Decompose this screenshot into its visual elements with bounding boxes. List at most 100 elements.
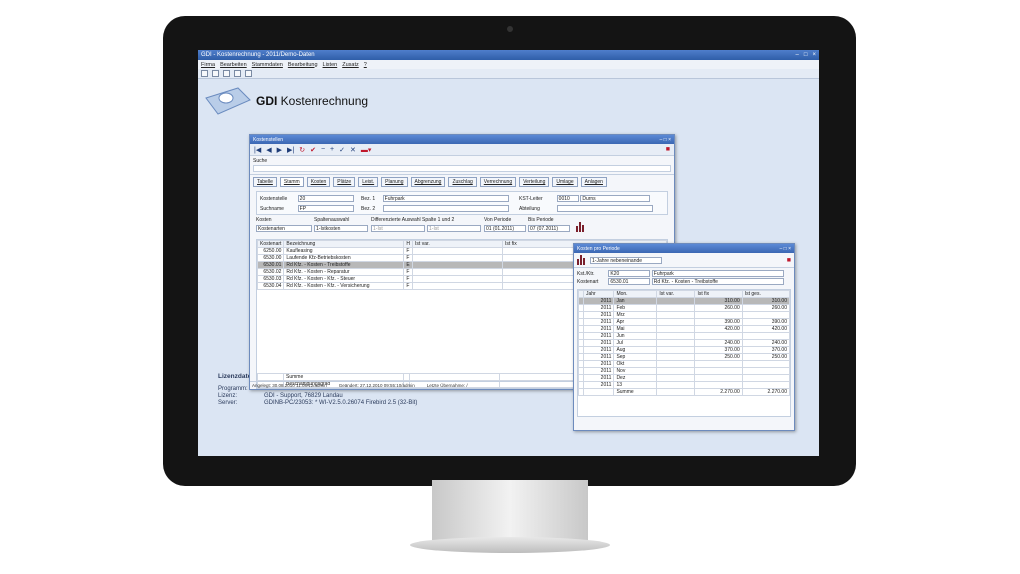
book-icon[interactable]: ■ bbox=[787, 257, 791, 264]
tab-zuschlag[interactable]: Zuschlag bbox=[448, 177, 477, 187]
kosten-select[interactable]: Kostenarten bbox=[256, 225, 312, 232]
table-cell bbox=[741, 332, 791, 340]
menu-item[interactable]: Stammdaten bbox=[252, 62, 283, 68]
table-row[interactable]: 2011 Apr 390.00 390.00 bbox=[578, 318, 791, 326]
abteilung-field[interactable] bbox=[556, 205, 653, 212]
record-toolbar: |◀ ◀ ▶ ▶| ↻ ✔ − + ✓ ✕ ▬▾ ■ bbox=[250, 144, 674, 156]
menu-item[interactable]: Firma bbox=[201, 62, 215, 68]
maximize-icon[interactable]: □ bbox=[784, 246, 787, 252]
table-cell bbox=[694, 360, 743, 368]
minimize-icon[interactable]: – bbox=[659, 137, 662, 143]
table-cell bbox=[741, 311, 791, 319]
bez2-field[interactable] bbox=[382, 205, 509, 212]
table-row[interactable]: 2011 Mrz bbox=[578, 311, 791, 319]
suchname-field[interactable]: FP bbox=[297, 205, 354, 212]
column-header[interactable]: Ist var. bbox=[412, 240, 504, 248]
table-row[interactable]: 2011 Jan 310.00 310.00 bbox=[578, 297, 791, 305]
tab-verrechnung[interactable]: Verrechnung bbox=[479, 177, 517, 187]
table-row[interactable]: 2011 Jun bbox=[578, 332, 791, 340]
maximize-icon[interactable]: □ bbox=[664, 137, 667, 143]
add-icon[interactable]: + bbox=[330, 146, 334, 153]
column-header[interactable]: Mon. bbox=[613, 290, 658, 298]
table-row[interactable]: 2011 Jul 240.00 240.00 bbox=[578, 339, 791, 347]
table-row[interactable]: 2011 Sep 250.00 250.00 bbox=[578, 353, 791, 361]
column-header[interactable]: Jahr bbox=[582, 290, 615, 298]
chart-icon[interactable] bbox=[576, 222, 586, 232]
tab-leist[interactable]: Leist. bbox=[358, 177, 379, 187]
maximize-icon[interactable]: □ bbox=[804, 52, 808, 58]
bez1-field[interactable]: Fuhrpark bbox=[382, 195, 509, 202]
print-icon[interactable] bbox=[223, 70, 230, 77]
tab-abgrenzung[interactable]: Abgrenzung bbox=[410, 177, 446, 187]
menu-item[interactable]: ? bbox=[364, 62, 367, 68]
diff2-select[interactable]: 1-Ist bbox=[427, 225, 481, 232]
delete-icon[interactable]: − bbox=[321, 146, 325, 153]
table-row[interactable]: 2011 Aug 370.00 370.00 bbox=[578, 346, 791, 354]
table-row[interactable]: 2011 Feb 260.00 260.00 bbox=[578, 304, 791, 312]
table-cell: 2011 bbox=[582, 353, 615, 361]
kostenstelle-field[interactable]: 20 bbox=[297, 195, 354, 202]
search-input[interactable] bbox=[253, 165, 671, 172]
chart-icon[interactable] bbox=[577, 255, 587, 265]
kst-leiter-field[interactable]: 0010 bbox=[556, 195, 579, 202]
cancel-icon[interactable]: ✕ bbox=[350, 146, 356, 154]
table-cell bbox=[412, 282, 504, 290]
first-record-icon[interactable]: |◀ bbox=[254, 146, 261, 154]
last-record-icon[interactable]: ▶| bbox=[287, 146, 294, 154]
spalten-filter-label: Spaltenauswahl bbox=[314, 217, 350, 223]
von-periode-select[interactable]: 01 (01.2011) bbox=[484, 225, 526, 232]
tab-planung[interactable]: Planung bbox=[381, 177, 408, 187]
next-record-icon[interactable]: ▶ bbox=[277, 146, 282, 154]
table-cell: 420.00 bbox=[741, 325, 791, 333]
menu-item[interactable]: Zusatz bbox=[342, 62, 359, 68]
tab-kosten[interactable]: Kosten bbox=[306, 177, 331, 187]
spalten-select[interactable]: 1-Istkosten bbox=[314, 225, 368, 232]
column-header[interactable]: Kostenart bbox=[256, 240, 285, 248]
prev-record-icon[interactable]: ◀ bbox=[266, 146, 271, 154]
open-icon[interactable] bbox=[201, 70, 208, 77]
tab-stamm[interactable]: Stamm bbox=[279, 177, 304, 187]
menu-item[interactable]: Listen bbox=[323, 62, 338, 68]
save-icon[interactable] bbox=[212, 70, 219, 77]
table-cell bbox=[656, 353, 696, 361]
table-row[interactable]: 2011 13 bbox=[578, 381, 791, 389]
tab-plätze[interactable]: Plätze bbox=[333, 177, 356, 187]
table-cell: 370.00 bbox=[741, 346, 791, 354]
tab-anlagen[interactable]: Anlagen bbox=[580, 177, 607, 187]
tab-umlage[interactable]: Umlage bbox=[552, 177, 578, 187]
check-icon[interactable]: ✔ bbox=[310, 146, 316, 154]
table-cell: 260.00 bbox=[694, 304, 743, 312]
perioden-summe-fix: 2.270.00 bbox=[694, 388, 743, 396]
refresh-icon[interactable]: ↻ bbox=[299, 146, 305, 154]
confirm-icon[interactable]: ✓ bbox=[339, 146, 345, 154]
table-row[interactable]: 2011 Okt bbox=[578, 360, 791, 368]
settings-icon[interactable] bbox=[234, 70, 241, 77]
table-cell bbox=[656, 311, 696, 319]
table-row[interactable]: 2011 Dez bbox=[578, 374, 791, 382]
lizenz-value: GDINB-PC/23053: * WI-V2.5.0.26074 Firebi… bbox=[264, 400, 418, 406]
column-header[interactable]: Bezeichnung bbox=[283, 240, 405, 248]
diff1-select[interactable]: 1-Ist bbox=[371, 225, 425, 232]
column-header[interactable]: Ist fix bbox=[694, 290, 743, 298]
close-icon[interactable]: × bbox=[788, 246, 791, 252]
bis-periode-select[interactable]: 07 (07.2011) bbox=[528, 225, 570, 232]
column-header[interactable]: H bbox=[403, 240, 414, 248]
minimize-icon[interactable]: – bbox=[796, 52, 799, 58]
table-row[interactable]: 2011 Nov bbox=[578, 367, 791, 375]
menu-item[interactable]: Bearbeitung bbox=[288, 62, 318, 68]
column-header[interactable]: Ist ges. bbox=[741, 290, 791, 298]
table-cell: 260.00 bbox=[741, 304, 791, 312]
menu-item[interactable]: Bearbeiten bbox=[220, 62, 247, 68]
book-icon[interactable]: ■ bbox=[666, 146, 670, 153]
column-header[interactable]: Ist var. bbox=[656, 290, 696, 298]
tab-verteilung[interactable]: Verteilung bbox=[519, 177, 550, 187]
table-cell bbox=[694, 374, 743, 382]
table-row[interactable]: 2011 Mai 420.00 420.00 bbox=[578, 325, 791, 333]
minimize-icon[interactable]: – bbox=[779, 246, 782, 252]
help-icon[interactable] bbox=[245, 70, 252, 77]
print-icon[interactable]: ▬▾ bbox=[361, 146, 372, 154]
close-icon[interactable]: × bbox=[812, 52, 816, 58]
view-select[interactable]: 1-Jahre nebeneinande bbox=[590, 256, 662, 264]
close-icon[interactable]: × bbox=[668, 137, 671, 143]
tab-tabelle[interactable]: Tabelle bbox=[253, 177, 277, 187]
